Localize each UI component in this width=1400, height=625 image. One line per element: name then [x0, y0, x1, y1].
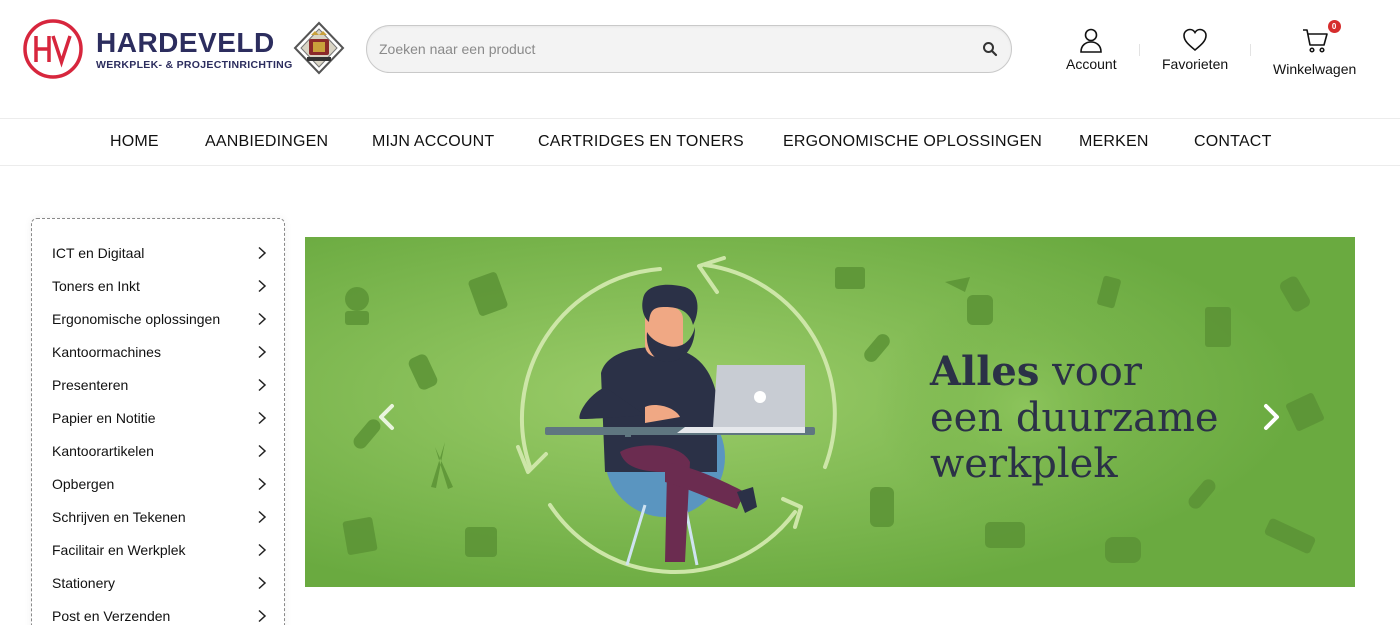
site-header: HARDEVELD WERKPLEK- & PROJECTINRICHTING … — [0, 0, 1400, 118]
hero-banner[interactable]: Alles voor een duurzame werkplek — [305, 237, 1355, 587]
category-label: Opbergen — [52, 475, 115, 492]
chevron-right-icon — [258, 543, 267, 556]
user-icon — [1080, 28, 1103, 53]
chevron-right-icon — [258, 444, 267, 457]
nav-contact[interactable]: CONTACT — [1194, 133, 1272, 151]
category-label: Ergonomische oplossingen — [52, 310, 221, 327]
category-item[interactable]: Post en Verzenden — [52, 599, 267, 625]
category-label: Post en Verzenden — [52, 607, 171, 624]
category-item[interactable]: Stationery — [52, 566, 267, 599]
banner-headline-bold: Alles — [930, 348, 1040, 395]
nav-home[interactable]: HOME — [110, 133, 159, 151]
category-item[interactable]: Toners en Inkt — [52, 269, 267, 302]
category-label: Facilitair en Werkplek — [52, 541, 186, 558]
category-label: Presenteren — [52, 376, 129, 393]
category-label: Schrijven en Tekenen — [52, 508, 186, 525]
banner-headline: Alles voor een duurzame werkplek — [930, 348, 1219, 488]
nav-merken[interactable]: MERKEN — [1079, 133, 1149, 151]
category-label: Papier en Notitie — [52, 409, 156, 426]
category-label: Stationery — [52, 574, 116, 591]
chevron-right-icon — [258, 345, 267, 358]
category-label: Kantoormachines — [52, 343, 161, 360]
banner-headline-line3: werkplek — [930, 441, 1118, 487]
chevron-right-icon — [258, 609, 267, 622]
main-nav: HOME AANBIEDINGEN MIJN ACCOUNT CARTRIDGE… — [0, 118, 1400, 166]
search-input[interactable] — [379, 26, 969, 72]
category-label: Toners en Inkt — [52, 277, 140, 294]
chevron-right-icon — [258, 510, 267, 523]
nav-ergonomische-oplossingen[interactable]: ERGONOMISCHE OPLOSSINGEN — [783, 133, 1042, 151]
header-divider — [1139, 44, 1140, 56]
category-item[interactable]: Kantoorartikelen — [52, 434, 267, 467]
chevron-right-icon — [258, 279, 267, 292]
header-divider — [1250, 44, 1251, 56]
favorites-button[interactable]: Favorieten — [1162, 26, 1228, 72]
chevron-right-icon — [258, 378, 267, 391]
favorites-label: Favorieten — [1162, 56, 1229, 72]
category-item[interactable]: Papier en Notitie — [52, 401, 267, 434]
category-item[interactable]: Opbergen — [52, 467, 267, 500]
heart-icon — [1183, 28, 1207, 52]
search-bar — [366, 25, 1012, 73]
nav-cartridges-en-toners[interactable]: CARTRIDGES EN TONERS — [538, 133, 744, 151]
nav-mijn-account[interactable]: MIJN ACCOUNT — [372, 133, 494, 151]
category-item[interactable]: ICT en Digitaal — [52, 236, 267, 269]
cart-button[interactable]: 0 Winkelwagen — [1273, 20, 1357, 77]
chevron-right-icon — [258, 477, 267, 490]
site-logo[interactable]: HARDEVELD WERKPLEK- & PROJECTINRICHTING — [22, 18, 293, 80]
category-item[interactable]: Schrijven en Tekenen — [52, 500, 267, 533]
category-menu: ICT en Digitaal Toners en Inkt Ergonomisch… — [31, 218, 285, 625]
hv-monogram-icon — [23, 19, 83, 79]
banner-headline-line1: voor — [1039, 349, 1143, 395]
chevron-right-icon — [258, 411, 267, 424]
chevron-right-icon — [258, 576, 267, 589]
carousel-prev-icon[interactable] — [375, 403, 397, 431]
category-item[interactable]: Ergonomische oplossingen — [52, 302, 267, 335]
shopping-cart-icon — [1302, 29, 1328, 53]
brand-tagline: WERKPLEK- & PROJECTINRICHTING — [96, 58, 293, 71]
category-label: ICT en Digitaal — [52, 244, 145, 261]
category-item[interactable]: Facilitair en Werkplek — [52, 533, 267, 566]
brand-name: HARDEVELD — [96, 26, 275, 58]
cart-count-badge: 0 — [1327, 20, 1341, 33]
account-button[interactable]: Account — [1066, 26, 1117, 72]
nav-aanbiedingen[interactable]: AANBIEDINGEN — [205, 133, 328, 151]
carousel-next-icon[interactable] — [1261, 403, 1283, 431]
category-item[interactable]: Presenteren — [52, 368, 267, 401]
account-label: Account — [1066, 56, 1117, 72]
cart-label: Winkelwagen — [1273, 61, 1357, 77]
category-label: Kantoorartikelen — [52, 442, 154, 459]
search-icon[interactable] — [981, 40, 999, 58]
cart-icon-wrap: 0 — [1301, 20, 1341, 59]
category-item[interactable]: Kantoormachines — [52, 335, 267, 368]
chevron-right-icon — [258, 246, 267, 259]
banner-headline-line2: een duurzame — [930, 395, 1219, 441]
royal-crest-icon — [293, 21, 345, 75]
chevron-right-icon — [258, 312, 267, 325]
